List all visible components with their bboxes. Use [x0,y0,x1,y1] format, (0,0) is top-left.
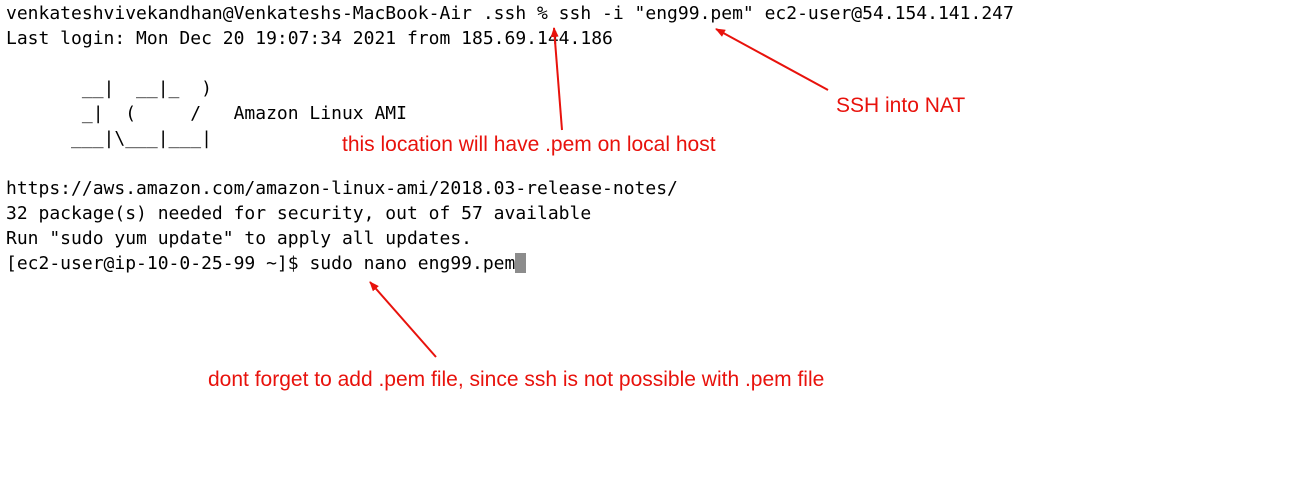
security-packages-line: 32 package(s) needed for security, out o… [6,203,592,224]
ssh-command-line: venkateshvivekandhan@Venkateshs-MacBook-… [6,3,1014,24]
annotation-add-pem-file: dont forget to add .pem file, since ssh … [208,368,825,391]
release-notes-url-line: https://aws.amazon.com/amazon-linux-ami/… [6,178,678,199]
ascii-banner-line-2: _| ( / Amazon Linux AMI [6,103,407,124]
command-prompt-line[interactable]: [ec2-user@ip-10-0-25-99 ~]$ sudo nano en… [6,252,527,276]
ascii-banner-line-3: ___|\___|___| [6,128,212,149]
terminal-window[interactable]: venkateshvivekandhan@Venkateshs-MacBook-… [0,0,1312,490]
arrow-to-nano-command [369,281,437,358]
ascii-banner-line-1: __| __|_ ) [6,78,212,99]
annotation-ssh-into-nat: SSH into NAT [836,94,966,117]
arrow-to-ssh-target [715,28,829,91]
annotation-pem-location: this location will have .pem on local ho… [342,133,716,156]
text-cursor [515,253,527,273]
last-login-line: Last login: Mon Dec 20 19:07:34 2021 fro… [6,28,613,49]
current-command: sudo nano eng99.pem [309,253,516,274]
yum-update-line: Run "sudo yum update" to apply all updat… [6,228,472,249]
shell-prompt: [ec2-user@ip-10-0-25-99 ~]$ [6,253,310,274]
